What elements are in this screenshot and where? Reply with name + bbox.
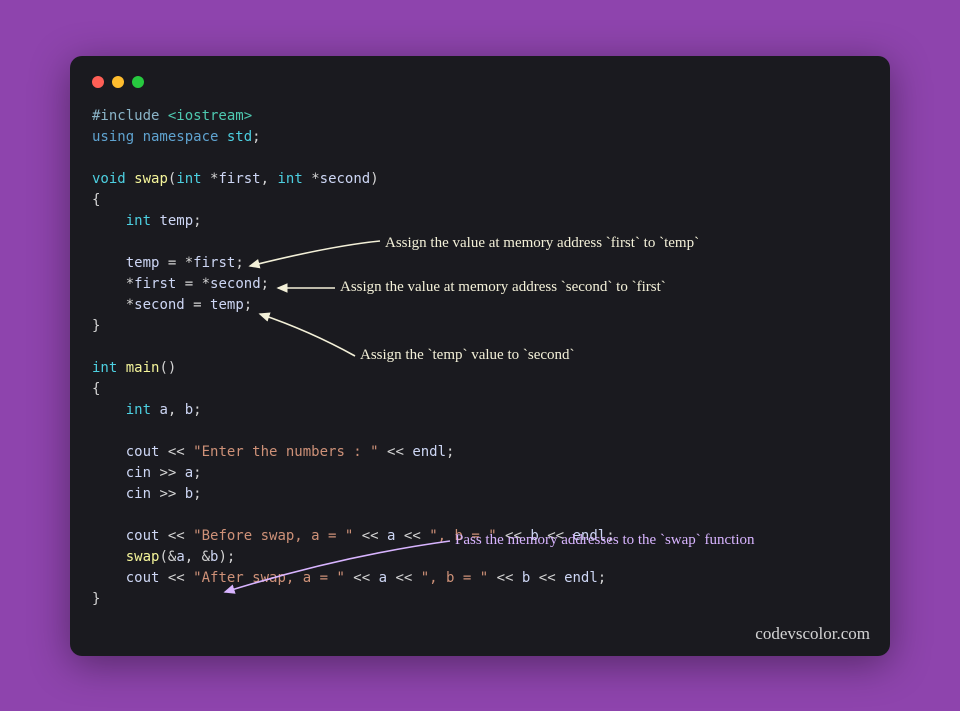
function-main: main xyxy=(126,360,160,376)
watermark: codevscolor.com xyxy=(755,624,870,644)
annotation-swap-call: Pass the memory addresses to the `swap` … xyxy=(455,531,755,551)
annotation-first-second: Assign the value at memory address `seco… xyxy=(340,278,666,298)
type-int: int xyxy=(92,360,126,376)
cout: cout xyxy=(126,444,160,460)
var-a: a xyxy=(159,402,167,418)
keyword-using: using xyxy=(92,129,143,145)
annotation-second-temp: Assign the `temp` value to `second` xyxy=(360,346,575,366)
minimize-icon xyxy=(112,76,124,88)
type-void: void xyxy=(92,171,134,187)
function-swap: swap xyxy=(134,171,168,187)
call-swap: swap xyxy=(126,549,160,565)
var-temp: temp xyxy=(159,213,193,229)
close-icon xyxy=(92,76,104,88)
annotation-temp-first: Assign the value at memory address `firs… xyxy=(385,234,699,254)
string-literal: "Enter the numbers : " xyxy=(193,444,378,460)
maximize-icon xyxy=(132,76,144,88)
keyword-namespace: namespace xyxy=(143,129,227,145)
cin: cin xyxy=(126,465,151,481)
code-window: #include <iostream> using namespace std;… xyxy=(70,56,890,656)
param-first: first xyxy=(218,171,260,187)
window-controls xyxy=(92,76,868,88)
preprocessor: #include xyxy=(92,108,168,124)
var-b: b xyxy=(185,402,193,418)
include-path: <iostream> xyxy=(168,108,252,124)
namespace-std: std xyxy=(227,129,252,145)
param-second: second xyxy=(320,171,371,187)
